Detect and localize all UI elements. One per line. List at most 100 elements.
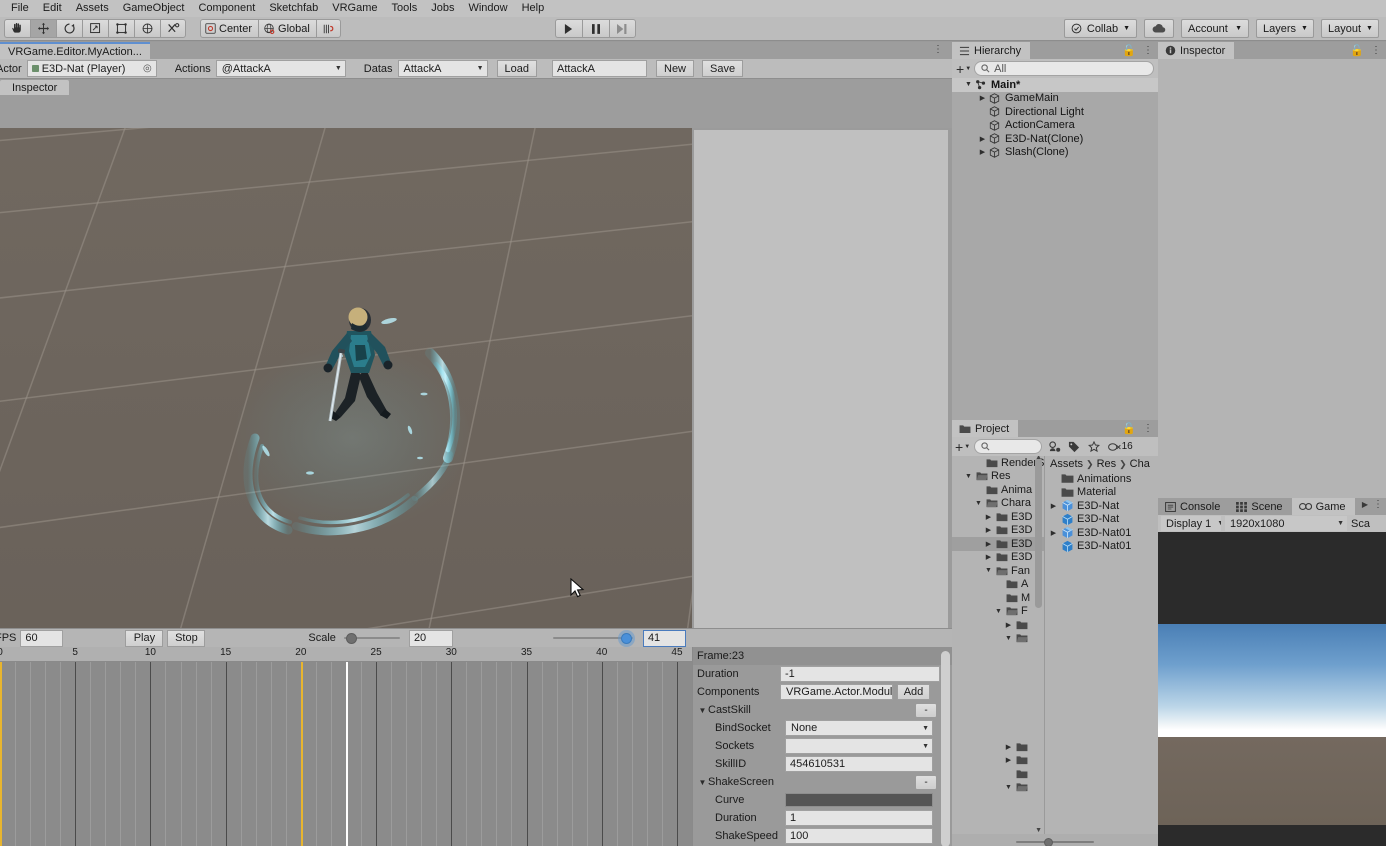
- project-folder-tree[interactable]: RenderS ▼ Res Anima ▼ Chara ▶ E3D ▶ E3D ▶ E3D ▶ E3D ▼ F…: [952, 456, 1044, 834]
- menu-item-vrgame[interactable]: VRGame: [325, 0, 384, 17]
- load-button[interactable]: Load: [496, 60, 537, 77]
- foldout-closed-icon[interactable]: ▶: [984, 553, 993, 561]
- project-tree-item[interactable]: ▼: [952, 632, 1044, 646]
- foldout-closed-icon[interactable]: ▶: [1004, 621, 1013, 629]
- tab-myaction-editor[interactable]: VRGame.Editor.MyAction...: [0, 42, 150, 59]
- move-tool-button[interactable]: [30, 19, 56, 38]
- asset-item[interactable]: Animations: [1045, 472, 1158, 486]
- project-zoom-slider[interactable]: [1016, 834, 1094, 846]
- playhead-marker[interactable]: [346, 662, 348, 846]
- asset-item[interactable]: ▶ E3D-Nat01: [1045, 526, 1158, 540]
- project-tree-item[interactable]: ▼ Chara: [952, 497, 1044, 511]
- props-vscrollbar[interactable]: [941, 651, 950, 846]
- menu-item-gameobject[interactable]: GameObject: [116, 0, 192, 17]
- foldout-arrow-icon[interactable]: ▼: [697, 778, 708, 787]
- keyframe-marker[interactable]: [0, 662, 2, 846]
- project-tree-item[interactable]: [952, 767, 1044, 781]
- lock-icon[interactable]: 🔓: [1350, 44, 1364, 57]
- project-tree-item[interactable]: ▼ Fan: [952, 564, 1044, 578]
- shakespeed-input[interactable]: 100: [785, 828, 933, 844]
- remove-group-button[interactable]: -: [915, 702, 937, 718]
- hierarchy-item-main[interactable]: ▼ Main*: [952, 78, 1158, 92]
- coordinate-space-button[interactable]: Global: [259, 19, 317, 38]
- display-dropdown[interactable]: Display 1 ▼: [1161, 516, 1221, 531]
- project-tree-item[interactable]: A: [952, 578, 1044, 592]
- components-dropdown[interactable]: VRGame.Actor.Module ▼: [780, 684, 893, 700]
- foldout-closed-icon[interactable]: ▶: [984, 513, 993, 521]
- panel-menu-icon[interactable]: ⋮: [1143, 46, 1154, 56]
- menu-item-help[interactable]: Help: [515, 0, 552, 17]
- pause-button[interactable]: [581, 19, 609, 38]
- pivot-mode-button[interactable]: Center: [200, 19, 260, 38]
- create-asset-button[interactable]: + ▼: [955, 440, 970, 454]
- foldout-closed-icon[interactable]: ▶: [978, 94, 987, 102]
- project-tree-item[interactable]: ▼ F: [952, 605, 1044, 619]
- object-picker-icon[interactable]: ◎: [143, 63, 152, 74]
- foldout-open-icon[interactable]: ▼: [964, 81, 973, 88]
- foldout-closed-icon[interactable]: ▶: [984, 526, 993, 534]
- project-tree-item[interactable]: ▼ Res: [952, 470, 1044, 484]
- menu-item-edit[interactable]: Edit: [36, 0, 69, 17]
- project-tree-item[interactable]: Anima: [952, 483, 1044, 497]
- foldout-open-icon[interactable]: ▼: [984, 567, 993, 574]
- frame-input[interactable]: 41: [642, 629, 686, 647]
- shake-duration-input[interactable]: 1: [785, 810, 933, 826]
- tab-hierarchy[interactable]: Hierarchy: [952, 42, 1031, 59]
- project-search-input[interactable]: [974, 439, 1043, 454]
- panel-menu-icon[interactable]: ⋮: [1373, 500, 1384, 510]
- project-tree-item[interactable]: RenderS: [952, 456, 1044, 470]
- menu-item-window[interactable]: Window: [461, 0, 514, 17]
- foldout-open-icon[interactable]: ▼: [994, 608, 1003, 615]
- lock-icon[interactable]: 🔓: [1122, 422, 1136, 435]
- project-tree-item[interactable]: ▶ E3D: [952, 510, 1044, 524]
- props-vscroll-thumb[interactable]: [941, 651, 950, 846]
- project-zoom-knob[interactable]: [1044, 837, 1053, 846]
- hierarchy-item-directionallight[interactable]: Directional Light: [952, 105, 1158, 119]
- tab-overflow-icon[interactable]: ▶: [1362, 500, 1368, 509]
- sockets-dropdown[interactable]: ▼: [785, 738, 933, 754]
- curve-field[interactable]: [785, 793, 933, 807]
- actor-object-field[interactable]: E3D-Nat (Player) ◎: [26, 60, 157, 77]
- layers-button[interactable]: Layers ▼: [1256, 19, 1314, 38]
- skillid-input[interactable]: 454610531: [785, 756, 933, 772]
- panel-menu-icon[interactable]: ⋮: [933, 45, 944, 55]
- breadcrumb-0[interactable]: Assets: [1050, 458, 1083, 470]
- search-by-type-button[interactable]: [1046, 439, 1062, 454]
- breadcrumb-2[interactable]: Cha: [1130, 458, 1150, 470]
- menu-item-sketchfab[interactable]: Sketchfab: [262, 0, 325, 17]
- project-asset-list[interactable]: Assets ❯ Res ❯ Cha Animations Material ▶ E3…: [1044, 456, 1158, 834]
- hierarchy-search-input[interactable]: All: [974, 61, 1154, 76]
- frame-slider[interactable]: [552, 630, 633, 647]
- project-tree-item[interactable]: ▶ E3D: [952, 537, 1044, 551]
- foldout-closed-icon[interactable]: ▶: [978, 135, 987, 143]
- asset-item[interactable]: E3D-Nat01: [1045, 540, 1158, 554]
- timeline-tracks[interactable]: [0, 662, 692, 846]
- create-object-button[interactable]: + ▼: [956, 62, 971, 76]
- foldout-closed-icon[interactable]: ▶: [984, 540, 993, 548]
- scale-slider[interactable]: [343, 630, 400, 647]
- scale-slider-knob[interactable]: [345, 632, 357, 644]
- hierarchy-item-e3dnatclone[interactable]: ▶ E3D-Nat(Clone): [952, 132, 1158, 146]
- rect-tool-button[interactable]: [108, 19, 134, 38]
- asset-item[interactable]: E3D-Nat: [1045, 513, 1158, 527]
- foldout-closed-icon[interactable]: ▶: [1004, 756, 1013, 764]
- hierarchy-item-gamemain[interactable]: ▶ GameMain: [952, 92, 1158, 106]
- tab-scene[interactable]: Scene: [1229, 498, 1292, 515]
- collab-button[interactable]: Collab ▼: [1063, 19, 1137, 38]
- rotate-tool-button[interactable]: [56, 19, 82, 38]
- project-tree-item[interactable]: ▶ E3D: [952, 551, 1044, 565]
- snap-toggle-button[interactable]: [316, 19, 341, 38]
- foldout-closed-icon[interactable]: ▶: [1049, 502, 1058, 510]
- game-view-render[interactable]: [1158, 532, 1386, 846]
- foldout-closed-icon[interactable]: ▶: [1049, 529, 1058, 537]
- add-component-button[interactable]: Add: [897, 684, 930, 700]
- remove-group-button[interactable]: -: [915, 774, 937, 790]
- menu-item-component[interactable]: Component: [191, 0, 262, 17]
- actions-dropdown[interactable]: @AttackA ▼: [215, 60, 346, 77]
- project-tree-scroll-thumb[interactable]: [1035, 458, 1042, 608]
- timeline-stop-button[interactable]: Stop: [167, 629, 206, 647]
- project-tree-item[interactable]: ▶: [952, 740, 1044, 754]
- foldout-open-icon[interactable]: ▼: [1004, 635, 1013, 642]
- tab-inspector[interactable]: Inspector: [1158, 42, 1235, 59]
- foldout-open-icon[interactable]: ▼: [964, 473, 973, 480]
